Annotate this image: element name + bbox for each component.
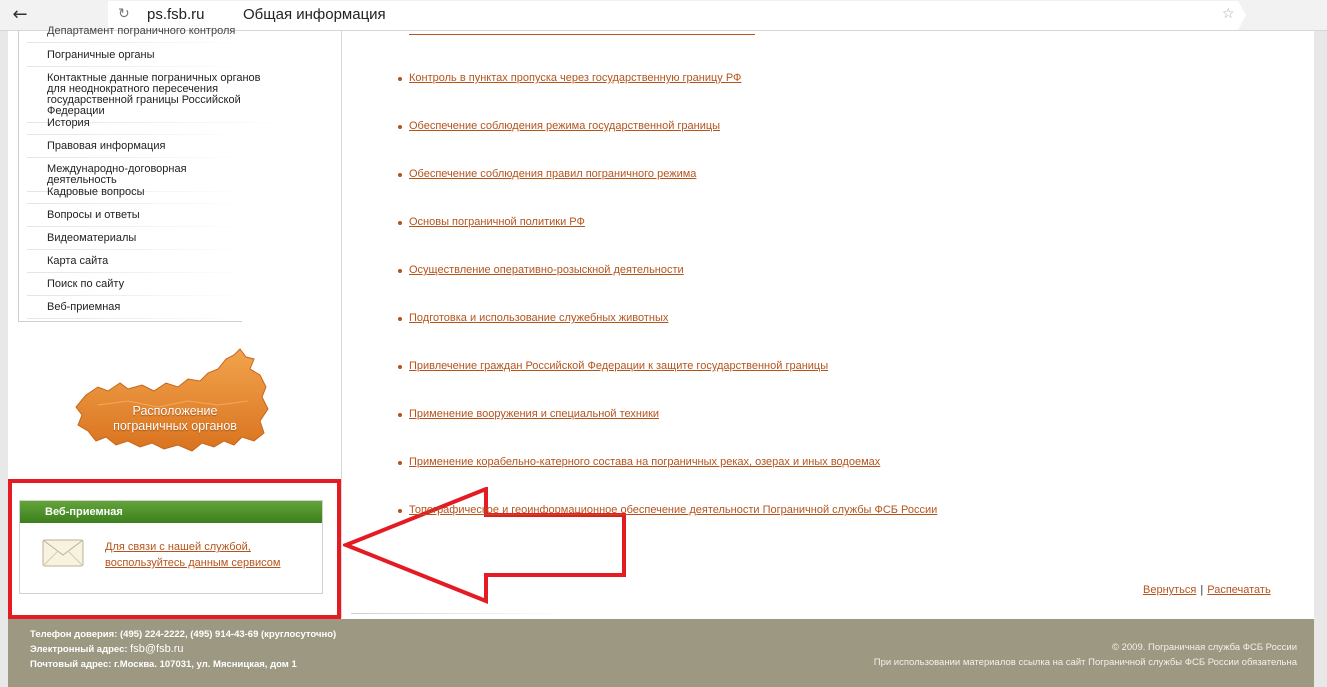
sidebar-item-personnel[interactable]: Кадровые вопросы xyxy=(19,187,247,204)
content-link-checkpoints[interactable]: Контроль в пунктах пропуска через госуда… xyxy=(397,72,741,85)
sidebar-item-contact-data[interactable]: Контактные данные пограничных органов дл… xyxy=(19,73,293,123)
content-link-operational[interactable]: Осуществление оперативно-розыскной деяте… xyxy=(398,264,684,277)
address-label: Почтовый адрес: xyxy=(30,659,112,670)
footer-contacts: Телефон доверия: (495) 224-2222, (495) 9… xyxy=(30,627,336,672)
sidebar-item-search[interactable]: Поиск по сайту xyxy=(19,279,247,296)
content-link-border-zone-rules[interactable]: Обеспечение соблюдения правил погранично… xyxy=(397,168,696,181)
highlight-box xyxy=(8,479,341,619)
sidebar-item-video[interactable]: Видеоматериалы xyxy=(19,233,247,250)
sidebar-menu: Департамент пограничного контроля Погран… xyxy=(18,26,293,322)
star-icon[interactable]: ☆ xyxy=(1222,6,1235,22)
copyright-notice: При использовании материалов ссылка на с… xyxy=(873,657,1297,668)
sidebar-item-sitemap[interactable]: Карта сайта xyxy=(19,256,247,273)
sidebar-item-border-control-department[interactable]: Департамент пограничного контроля xyxy=(19,26,247,43)
page-gutter xyxy=(1314,31,1327,687)
address-bar-edge xyxy=(1238,1,1246,30)
footer-email: Электронный адрес: fsb@fsb.ru xyxy=(30,642,336,657)
content-link-service-animals[interactable]: Подготовка и использование служебных жив… xyxy=(397,312,668,325)
footer-address: Почтовый адрес: г.Москва. 107031, ул. Мя… xyxy=(30,657,336,672)
footer-copyright: © 2009. Пограничная служба ФСБ России Пр… xyxy=(874,640,1297,670)
hotline-value: (495) 224-2222, (495) 914-43-69 (круглос… xyxy=(120,629,337,640)
sidebar-item-faq[interactable]: Вопросы и ответы xyxy=(19,210,247,227)
sidebar-item-border-bodies[interactable]: Пограничные органы xyxy=(19,50,247,67)
page-actions: Вернуться | Распечатать xyxy=(1143,584,1271,596)
map-banner-text[interactable]: Расположение пограничных органов xyxy=(100,404,250,434)
footer-hotline: Телефон доверия: (495) 224-2222, (495) 9… xyxy=(30,627,336,642)
divider xyxy=(351,613,571,614)
url-domain[interactable]: ps.fsb.ru xyxy=(147,6,205,23)
email-label: Электронный адрес: xyxy=(30,644,128,655)
content-link-weapons[interactable]: Применение вооружения и специальной техн… xyxy=(397,408,659,421)
content-link-vessels[interactable]: Применение корабельно-катерного состава … xyxy=(397,456,880,469)
content-link-topography[interactable]: Топографическое и геоинформационное обес… xyxy=(397,504,937,517)
back-arrow-icon[interactable]: ← xyxy=(8,5,32,25)
sidebar-item-web-reception[interactable]: Веб-приемная xyxy=(19,302,247,319)
sidebar-item-history[interactable]: История xyxy=(19,118,247,135)
separator: | xyxy=(1200,584,1204,596)
sidebar-item-international[interactable]: Международно-договорная деятельность xyxy=(19,164,247,192)
page-title: Общая информация xyxy=(243,6,386,23)
copyright-text: © 2009. Пограничная служба ФСБ России xyxy=(1111,642,1297,653)
content-link-border-policy[interactable]: Основы пограничной политики РФ xyxy=(398,216,585,229)
back-link[interactable]: Вернуться xyxy=(1143,584,1196,596)
footer: Телефон доверия: (495) 224-2222, (495) 9… xyxy=(8,619,1314,687)
reload-icon[interactable]: ↻ xyxy=(118,6,130,22)
print-link[interactable]: Распечатать xyxy=(1207,584,1270,596)
hotline-label: Телефон доверия: xyxy=(30,629,118,640)
sidebar-item-legal-info[interactable]: Правовая информация xyxy=(19,141,247,158)
email-value[interactable]: fsb@fsb.ru xyxy=(130,643,183,655)
content-link-border-regime[interactable]: Обеспечение соблюдения режима государств… xyxy=(397,120,720,133)
partial-link-underline[interactable] xyxy=(409,31,755,35)
content-link-citizens[interactable]: Привлечение граждан Российской Федерации… xyxy=(397,360,828,373)
web-page: Департамент пограничного контроля Погран… xyxy=(8,26,1314,687)
address-value: г.Москва. 107031, ул. Мясницкая, дом 1 xyxy=(114,659,297,670)
russia-map-icon[interactable] xyxy=(68,345,273,461)
